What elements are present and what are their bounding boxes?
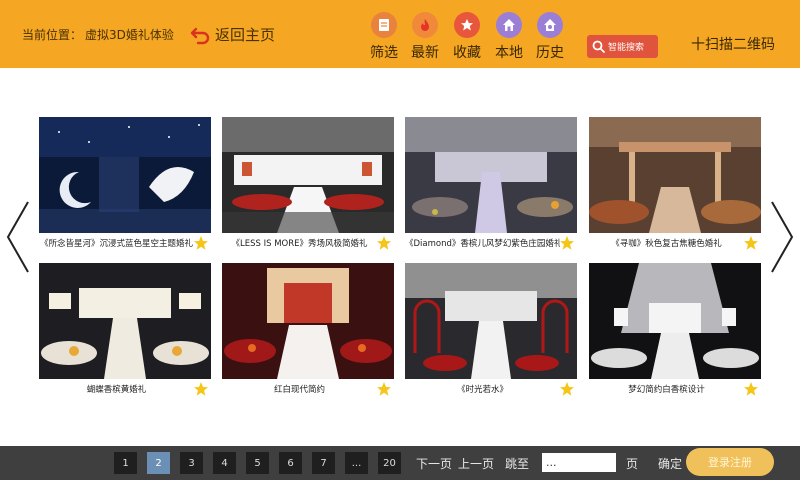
wedding-thumbnail: [222, 117, 394, 233]
wedding-card-4[interactable]: 《寻咖》秋色复古焦糖色婚礼: [589, 117, 761, 255]
wedding-card-caption: 红白现代简约: [273, 385, 325, 395]
wedding-thumbnail: [589, 117, 761, 233]
page-button[interactable]: 3: [180, 452, 203, 474]
wedding-card-7[interactable]: 《时光若水》: [405, 263, 577, 401]
history-icon: [537, 12, 563, 38]
wedding-card-2[interactable]: 《LESS IS MORE》秀场风极简婚礼: [222, 117, 394, 255]
page-button[interactable]: 5: [246, 452, 269, 474]
favorite-star-icon[interactable]: [559, 381, 575, 397]
filter-icon: [371, 12, 397, 38]
wedding-thumbnail: [39, 117, 211, 233]
favorite-star-icon[interactable]: [743, 381, 759, 397]
back-arrow-icon: [190, 27, 210, 45]
jump-page-input[interactable]: [542, 453, 616, 472]
wedding-gallery-page: 当前位置： 虚拟3D婚礼体验 返回主页 筛选 最新 收藏 本地 历史 智能搜索 …: [0, 0, 800, 480]
flame-icon: [412, 12, 438, 38]
wedding-card-caption: 《时光若水》: [456, 385, 508, 395]
favorite-star-icon[interactable]: [376, 381, 392, 397]
wedding-thumbnail: [39, 263, 211, 379]
confirm-label[interactable]: 确定: [658, 455, 682, 472]
wedding-thumbnail: [405, 117, 577, 233]
nav-filter[interactable]: 筛选: [364, 12, 404, 62]
favorite-star-icon[interactable]: [193, 381, 209, 397]
smart-search-label: 智能搜索: [608, 43, 645, 53]
home-icon: [496, 12, 522, 38]
chevron-right-icon[interactable]: [768, 200, 796, 274]
wedding-card-6[interactable]: 红白现代简约: [222, 263, 394, 401]
favorite-star-icon[interactable]: [193, 235, 209, 251]
favorite-star-icon[interactable]: [743, 235, 759, 251]
page-button[interactable]: 7: [312, 452, 335, 474]
location-value: 虚拟3D婚礼体验: [85, 28, 174, 42]
nav-local-label: 本地: [495, 45, 523, 61]
top-header: 当前位置： 虚拟3D婚礼体验 返回主页 筛选 最新 收藏 本地 历史 智能搜索 …: [0, 0, 800, 68]
page-suffix-label: 页: [626, 457, 639, 471]
page-button-last[interactable]: 20: [378, 452, 401, 474]
page-button[interactable]: 1: [114, 452, 137, 474]
wedding-card-caption: 《Diamond》香槟儿风梦幻紫色庄园婚礼: [405, 239, 560, 249]
prev-page-link[interactable]: 上一页: [458, 455, 494, 472]
wedding-card-1[interactable]: 《所念皆星河》沉浸式蓝色星空主题婚礼: [39, 117, 211, 255]
search-icon: [592, 40, 605, 53]
wedding-card-caption: 《寻咖》秋色复古焦糖色婚礼: [611, 239, 722, 249]
wedding-thumbnail: [405, 263, 577, 379]
wedding-card-3[interactable]: 《Diamond》香槟儿风梦幻紫色庄园婚礼: [405, 117, 577, 255]
next-page-link[interactable]: 下一页: [416, 455, 452, 472]
wedding-card-caption: 《所念皆星河》沉浸式蓝色星空主题婚礼: [39, 239, 193, 249]
nav-history-label: 历史: [536, 45, 564, 61]
wedding-thumbnail: [589, 263, 761, 379]
favorite-star-icon[interactable]: [559, 235, 575, 251]
login-register-button[interactable]: 登录注册: [686, 448, 774, 476]
wedding-card-caption: 梦幻简约白香槟设计: [628, 385, 705, 395]
wedding-card-8[interactable]: 梦幻简约白香槟设计: [589, 263, 761, 401]
back-home-label: 返回主页: [215, 25, 276, 44]
pagination-bar: 1 2 3 4 5 6 7 ... 20 下一页 上一页 跳至 页 确定: [0, 446, 800, 480]
location-label: 当前位置：: [22, 28, 83, 42]
smart-search-button[interactable]: 智能搜索: [587, 35, 658, 58]
nav-history[interactable]: 历史: [530, 12, 570, 62]
page-button-active[interactable]: 2: [147, 452, 170, 474]
nav-local[interactable]: 本地: [489, 12, 529, 62]
back-home-button[interactable]: 返回主页: [190, 22, 275, 46]
chevron-left-icon[interactable]: [4, 200, 32, 274]
page-ellipsis[interactable]: ...: [345, 452, 368, 474]
nav-latest-label: 最新: [411, 45, 439, 61]
jump-to-label: 跳至: [505, 457, 530, 471]
nav-filter-label: 筛选: [370, 45, 398, 61]
page-button[interactable]: 4: [213, 452, 236, 474]
page-button[interactable]: 6: [279, 452, 302, 474]
favorite-star-icon[interactable]: [376, 235, 392, 251]
wedding-card-caption: 《LESS IS MORE》秀场风极简婚礼: [231, 239, 368, 249]
nav-favorites-label: 收藏: [453, 45, 481, 61]
wedding-card-5[interactable]: 蝴蝶香槟黄婚礼: [39, 263, 211, 401]
wedding-thumbnail: [222, 263, 394, 379]
nav-favorites[interactable]: 收藏: [447, 12, 487, 62]
star-icon: [454, 12, 480, 38]
scan-qr-button[interactable]: 十扫描二维码: [691, 34, 775, 54]
nav-latest[interactable]: 最新: [405, 12, 445, 62]
wedding-card-caption: 蝴蝶香槟黄婚礼: [86, 385, 147, 395]
